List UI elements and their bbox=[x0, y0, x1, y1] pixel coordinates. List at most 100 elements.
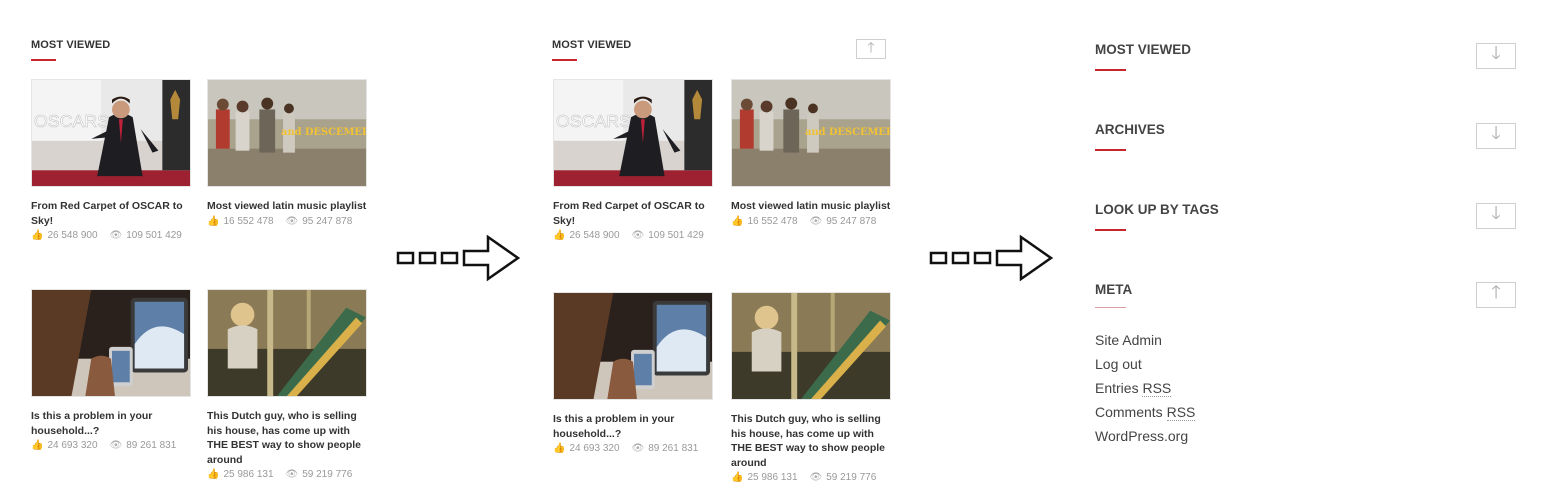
likes-count: 24 693 320 bbox=[569, 443, 620, 454]
arrow-down-icon: 🡓 bbox=[1491, 123, 1501, 143]
svg-text:and DESCEMER B: and DESCEMER B bbox=[805, 127, 890, 138]
meta-link-log-out[interactable]: Log out bbox=[1095, 356, 1142, 372]
likes-count: 26 548 900 bbox=[47, 230, 98, 241]
title-underline bbox=[1095, 307, 1126, 308]
video-thumbnail[interactable] bbox=[31, 289, 191, 397]
expand-button[interactable]: 🡓 bbox=[1476, 123, 1516, 149]
rss-abbr: RSS bbox=[1142, 380, 1172, 397]
video-stats: 👍 16 552 478 👁 95 247 878 bbox=[207, 216, 367, 227]
eye-icon: 👁 bbox=[809, 215, 823, 227]
section-title-meta[interactable]: META bbox=[1095, 282, 1132, 297]
video-card[interactable]: This Dutch guy, who is selling his house… bbox=[731, 292, 891, 483]
collapse-button[interactable]: 🡑 bbox=[856, 39, 886, 59]
arrow-down-icon: 🡓 bbox=[1491, 43, 1501, 63]
entries-label: Entries bbox=[1095, 380, 1139, 396]
transition-arrow-icon bbox=[929, 234, 1054, 282]
thumbs-up-icon: 👍 bbox=[731, 472, 744, 483]
transition-arrow-icon bbox=[396, 234, 521, 282]
video-title[interactable]: Most viewed latin music playlist bbox=[731, 199, 896, 214]
eye-icon: 👁 bbox=[109, 230, 123, 241]
expand-button[interactable]: 🡓 bbox=[1476, 203, 1516, 229]
eye-icon: 👁 bbox=[631, 230, 645, 241]
video-thumbnail[interactable]: OSCARS bbox=[553, 79, 713, 187]
eye-icon: 👁 bbox=[631, 443, 645, 454]
widget-title: MOST VIEWED bbox=[552, 39, 632, 51]
thumbs-up-icon: 👍 bbox=[553, 443, 566, 454]
views-count: 59 219 776 bbox=[826, 472, 877, 483]
likes-count: 25 986 131 bbox=[747, 472, 798, 483]
video-title[interactable]: Is this a problem in your household...? bbox=[553, 412, 718, 441]
video-card[interactable]: OSCARS From Red Carpet of OSCAR to Sky! … bbox=[553, 79, 713, 241]
video-thumbnail[interactable]: OSCARS bbox=[31, 79, 191, 187]
title-underline bbox=[1095, 229, 1126, 231]
video-stats: 👍 26 548 900 👁 109 501 429 bbox=[31, 230, 191, 241]
thumbs-up-icon: 👍 bbox=[207, 215, 220, 227]
video-card[interactable]: This Dutch guy, who is selling his house… bbox=[207, 289, 367, 480]
video-stats: 👍 16 552 478 👁 95 247 878 bbox=[731, 216, 891, 227]
thumbs-up-icon: 👍 bbox=[31, 440, 44, 451]
thumbs-up-icon: 👍 bbox=[553, 230, 566, 241]
section-title-most-viewed[interactable]: MOST VIEWED bbox=[1095, 42, 1191, 57]
likes-count: 25 986 131 bbox=[223, 469, 274, 480]
views-count: 109 501 429 bbox=[648, 230, 704, 241]
svg-text:and DESCEMER B: and DESCEMER B bbox=[281, 127, 366, 138]
eye-icon: 👁 bbox=[809, 472, 823, 483]
likes-count: 24 693 320 bbox=[47, 440, 98, 451]
video-stats: 👍 24 693 320 👁 89 261 831 bbox=[553, 443, 713, 454]
views-count: 109 501 429 bbox=[126, 230, 182, 241]
comments-label: Comments bbox=[1095, 404, 1163, 420]
expand-button[interactable]: 🡓 bbox=[1476, 43, 1516, 69]
video-stats: 👍 25 986 131 👁 59 219 776 bbox=[731, 472, 891, 483]
video-card[interactable]: Is this a problem in your household...? … bbox=[553, 292, 713, 454]
title-underline bbox=[31, 59, 56, 61]
views-count: 59 219 776 bbox=[302, 469, 353, 480]
meta-link-wordpress[interactable]: WordPress.org bbox=[1095, 428, 1188, 444]
arrow-down-icon: 🡓 bbox=[1491, 203, 1501, 223]
likes-count: 26 548 900 bbox=[569, 230, 620, 241]
likes-count: 16 552 478 bbox=[223, 215, 274, 227]
eye-icon: 👁 bbox=[285, 469, 299, 480]
video-title[interactable]: This Dutch guy, who is selling his house… bbox=[731, 412, 896, 470]
video-title[interactable]: Is this a problem in your household...? bbox=[31, 409, 196, 438]
thumbs-up-icon: 👍 bbox=[731, 215, 744, 227]
meta-link-site-admin[interactable]: Site Admin bbox=[1095, 332, 1162, 348]
video-title[interactable]: This Dutch guy, who is selling his house… bbox=[207, 409, 372, 467]
svg-text:OSCARS: OSCARS bbox=[556, 111, 631, 131]
likes-count: 16 552 478 bbox=[747, 215, 798, 227]
views-count: 95 247 878 bbox=[302, 215, 353, 227]
eye-icon: 👁 bbox=[285, 215, 299, 227]
views-count: 95 247 878 bbox=[826, 215, 877, 227]
views-count: 89 261 831 bbox=[648, 443, 699, 454]
video-card[interactable]: and DESCEMER B Most viewed latin music p… bbox=[207, 79, 367, 227]
video-title[interactable]: From Red Carpet of OSCAR to Sky! bbox=[553, 199, 718, 228]
section-title-archives[interactable]: ARCHIVES bbox=[1095, 122, 1165, 137]
video-thumbnail[interactable] bbox=[731, 292, 891, 400]
video-thumbnail[interactable] bbox=[207, 289, 367, 397]
video-title[interactable]: Most viewed latin music playlist bbox=[207, 199, 372, 214]
video-thumbnail[interactable] bbox=[553, 292, 713, 400]
video-thumbnail[interactable]: and DESCEMER B bbox=[207, 79, 367, 187]
eye-icon: 👁 bbox=[109, 440, 123, 451]
meta-link-comments-rss[interactable]: Comments RSS bbox=[1095, 404, 1196, 421]
title-underline bbox=[1095, 69, 1126, 71]
arrow-up-icon: 🡑 bbox=[867, 39, 875, 55]
video-card[interactable]: and DESCEMER B Most viewed latin music p… bbox=[731, 79, 891, 227]
meta-link-entries-rss[interactable]: Entries RSS bbox=[1095, 380, 1172, 397]
video-stats: 👍 26 548 900 👁 109 501 429 bbox=[553, 230, 713, 241]
video-title[interactable]: From Red Carpet of OSCAR to Sky! bbox=[31, 199, 196, 228]
title-underline bbox=[1095, 149, 1126, 151]
video-stats: 👍 25 986 131 👁 59 219 776 bbox=[207, 469, 367, 480]
video-thumbnail[interactable]: and DESCEMER B bbox=[731, 79, 891, 187]
video-stats: 👍 24 693 320 👁 89 261 831 bbox=[31, 440, 191, 451]
video-card[interactable]: Is this a problem in your household...? … bbox=[31, 289, 191, 451]
collapse-button[interactable]: 🡑 bbox=[1476, 282, 1516, 308]
title-underline bbox=[552, 59, 577, 61]
thumbs-up-icon: 👍 bbox=[207, 469, 220, 480]
video-card[interactable]: OSCARS From Red Carpet of OSCAR to Sky! … bbox=[31, 79, 191, 241]
rss-abbr: RSS bbox=[1166, 404, 1196, 421]
section-title-tags[interactable]: LOOK UP BY TAGS bbox=[1095, 202, 1219, 217]
widget-title: MOST VIEWED bbox=[31, 39, 111, 51]
thumbs-up-icon: 👍 bbox=[31, 230, 44, 241]
views-count: 89 261 831 bbox=[126, 440, 177, 451]
svg-text:OSCARS: OSCARS bbox=[34, 111, 109, 131]
